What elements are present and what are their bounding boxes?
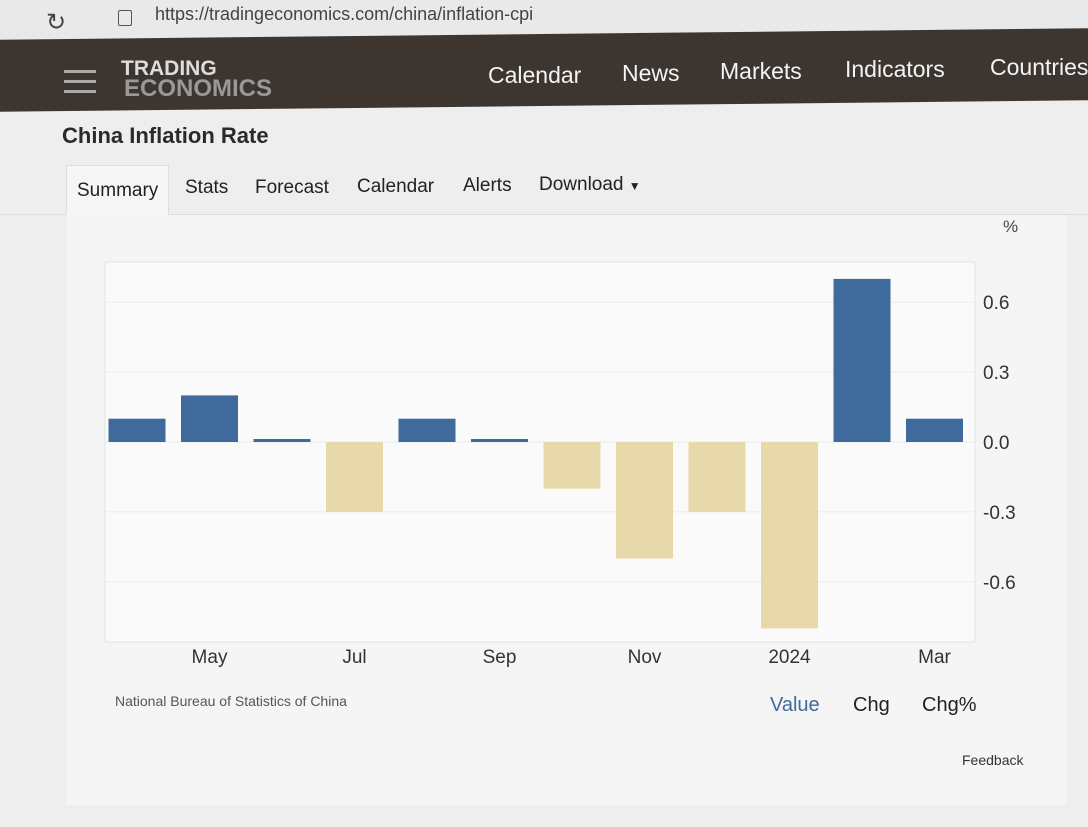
toggle-chg-pct[interactable]: Chg%	[922, 694, 976, 717]
bar-feb	[833, 278, 891, 442]
y-tick-label: 0.6	[983, 293, 1009, 314]
x-tick-label: Nov	[628, 647, 662, 668]
x-tick-label: 2024	[768, 647, 811, 668]
bar-mar	[906, 418, 963, 442]
y-tick-label: 0.3	[983, 363, 1009, 384]
toggle-chg[interactable]: Chg	[853, 694, 890, 717]
source-label: National Bureau of Statistics of China	[115, 693, 347, 709]
bar-nov	[616, 442, 673, 559]
y-tick-label: 0.0	[983, 433, 1009, 454]
bar-aug	[398, 418, 456, 442]
bar-dec	[688, 442, 746, 512]
bar-jun	[253, 439, 311, 442]
bar-may	[181, 395, 238, 442]
feedback-link[interactable]: Feedback	[962, 752, 1023, 768]
x-tick-label: Jul	[342, 647, 366, 668]
toggle-value[interactable]: Value	[770, 694, 820, 717]
x-tick-label: May	[192, 647, 228, 668]
bar-oct	[543, 442, 601, 489]
y-tick-label: -0.6	[983, 573, 1016, 594]
x-tick-label: Mar	[918, 647, 951, 668]
bar-sep	[471, 439, 528, 442]
bar-apr	[108, 418, 166, 442]
bar-2024	[761, 442, 818, 629]
y-axis-unit: %	[1003, 217, 1018, 236]
y-tick-label: -0.3	[983, 503, 1016, 524]
bar-jul	[326, 442, 383, 512]
x-tick-label: Sep	[483, 647, 517, 668]
